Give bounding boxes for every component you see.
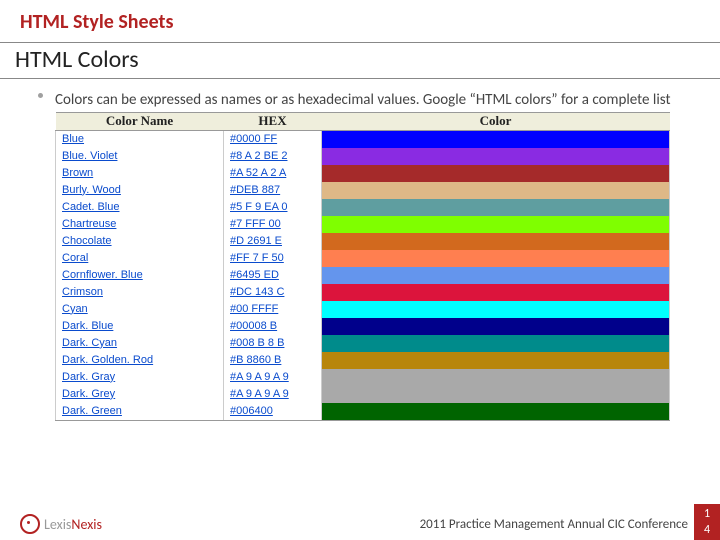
color-hex-cell[interactable]: #006400 bbox=[224, 403, 322, 421]
color-name-cell[interactable]: Burly. Wood bbox=[56, 182, 224, 199]
bullet-item: Colors can be expressed as names or as h… bbox=[0, 83, 720, 112]
logo-dot-icon bbox=[20, 514, 40, 534]
color-swatch-cell bbox=[322, 301, 670, 318]
table-row: Burly. Wood#DEB 887 bbox=[56, 182, 670, 199]
color-hex-cell[interactable]: #B 8860 B bbox=[224, 352, 322, 369]
color-swatch-cell bbox=[322, 148, 670, 165]
table-header-row: Color Name HEX Color bbox=[56, 112, 670, 130]
color-hex-cell[interactable]: #6495 ED bbox=[224, 267, 322, 284]
logo: LexisNexis bbox=[20, 514, 102, 534]
logo-part1: Lexis bbox=[44, 516, 71, 533]
color-swatch-cell bbox=[322, 233, 670, 250]
table-row: Cadet. Blue#5 F 9 EA 0 bbox=[56, 199, 670, 216]
color-swatch-cell bbox=[322, 284, 670, 301]
table-row: Blue#0000 FF bbox=[56, 130, 670, 148]
table-row: Chocolate#D 2691 E bbox=[56, 233, 670, 250]
color-name-cell[interactable]: Dark. Blue bbox=[56, 318, 224, 335]
color-swatch-cell bbox=[322, 386, 670, 403]
page-number-line2: 4 bbox=[704, 523, 710, 537]
col-header-hex: HEX bbox=[224, 112, 322, 130]
color-hex-cell[interactable]: #00008 B bbox=[224, 318, 322, 335]
color-swatch-cell bbox=[322, 130, 670, 148]
color-hex-cell[interactable]: #00 FFFF bbox=[224, 301, 322, 318]
color-name-cell[interactable]: Cornflower. Blue bbox=[56, 267, 224, 284]
col-header-name: Color Name bbox=[56, 112, 224, 130]
color-name-cell[interactable]: Dark. Cyan bbox=[56, 335, 224, 352]
table-row: Dark. Cyan#008 B 8 B bbox=[56, 335, 670, 352]
table-row: Blue. Violet#8 A 2 BE 2 bbox=[56, 148, 670, 165]
color-name-cell[interactable]: Blue. Violet bbox=[56, 148, 224, 165]
logo-text: LexisNexis bbox=[44, 516, 102, 533]
color-name-cell[interactable]: Coral bbox=[56, 250, 224, 267]
color-swatch-cell bbox=[322, 369, 670, 386]
color-name-cell[interactable]: Brown bbox=[56, 165, 224, 182]
color-swatch-cell bbox=[322, 182, 670, 199]
slide-title: HTML Colors bbox=[0, 42, 720, 79]
color-name-cell[interactable]: Dark. Gray bbox=[56, 369, 224, 386]
table-row: Chartreuse#7 FFF 00 bbox=[56, 216, 670, 233]
footer: LexisNexis 2011 Practice Management Annu… bbox=[0, 504, 720, 540]
table-row: Dark. Gray#A 9 A 9 A 9 bbox=[56, 369, 670, 386]
color-hex-cell[interactable]: #7 FFF 00 bbox=[224, 216, 322, 233]
color-name-cell[interactable]: Cadet. Blue bbox=[56, 199, 224, 216]
table-row: Crimson#DC 143 C bbox=[56, 284, 670, 301]
color-hex-cell[interactable]: #A 9 A 9 A 9 bbox=[224, 369, 322, 386]
table-row: Dark. Green#006400 bbox=[56, 403, 670, 421]
slide-subtitle: HTML Style Sheets bbox=[0, 0, 720, 42]
color-name-cell[interactable]: Cyan bbox=[56, 301, 224, 318]
table-row: Brown#A 52 A 2 A bbox=[56, 165, 670, 182]
color-swatch-cell bbox=[322, 199, 670, 216]
color-table: Color Name HEX Color Blue#0000 FFBlue. V… bbox=[55, 112, 670, 421]
page-number: 1 4 bbox=[694, 504, 720, 540]
conference-label: 2011 Practice Management Annual CIC Conf… bbox=[420, 517, 688, 532]
color-name-cell[interactable]: Dark. Green bbox=[56, 403, 224, 421]
table-row: Dark. Blue#00008 B bbox=[56, 318, 670, 335]
color-name-cell[interactable]: Dark. Grey bbox=[56, 386, 224, 403]
color-hex-cell[interactable]: #DEB 887 bbox=[224, 182, 322, 199]
color-name-cell[interactable]: Chocolate bbox=[56, 233, 224, 250]
color-hex-cell[interactable]: #5 F 9 EA 0 bbox=[224, 199, 322, 216]
logo-part2: Nexis bbox=[71, 516, 102, 533]
color-name-cell[interactable]: Chartreuse bbox=[56, 216, 224, 233]
color-hex-cell[interactable]: #DC 143 C bbox=[224, 284, 322, 301]
table-row: Coral#FF 7 F 50 bbox=[56, 250, 670, 267]
page-number-line1: 1 bbox=[704, 507, 710, 521]
table-row: Dark. Grey#A 9 A 9 A 9 bbox=[56, 386, 670, 403]
color-swatch-cell bbox=[322, 335, 670, 352]
color-hex-cell[interactable]: #FF 7 F 50 bbox=[224, 250, 322, 267]
color-hex-cell[interactable]: #0000 FF bbox=[224, 130, 322, 148]
color-swatch-cell bbox=[322, 267, 670, 284]
color-name-cell[interactable]: Dark. Golden. Rod bbox=[56, 352, 224, 369]
color-hex-cell[interactable]: #8 A 2 BE 2 bbox=[224, 148, 322, 165]
table-row: Dark. Golden. Rod#B 8860 B bbox=[56, 352, 670, 369]
color-hex-cell[interactable]: #A 9 A 9 A 9 bbox=[224, 386, 322, 403]
col-header-color: Color bbox=[322, 112, 670, 130]
color-swatch-cell bbox=[322, 352, 670, 369]
color-swatch-cell bbox=[322, 165, 670, 182]
table-row: Cyan#00 FFFF bbox=[56, 301, 670, 318]
color-name-cell[interactable]: Blue bbox=[56, 130, 224, 148]
color-hex-cell[interactable]: #A 52 A 2 A bbox=[224, 165, 322, 182]
color-swatch-cell bbox=[322, 318, 670, 335]
color-swatch-cell bbox=[322, 216, 670, 233]
color-hex-cell[interactable]: #D 2691 E bbox=[224, 233, 322, 250]
bullet-dot-icon bbox=[38, 93, 43, 98]
color-name-cell[interactable]: Crimson bbox=[56, 284, 224, 301]
bullet-text: Colors can be expressed as names or as h… bbox=[55, 91, 671, 109]
color-hex-cell[interactable]: #008 B 8 B bbox=[224, 335, 322, 352]
color-swatch-cell bbox=[322, 250, 670, 267]
color-swatch-cell bbox=[322, 403, 670, 421]
table-row: Cornflower. Blue#6495 ED bbox=[56, 267, 670, 284]
